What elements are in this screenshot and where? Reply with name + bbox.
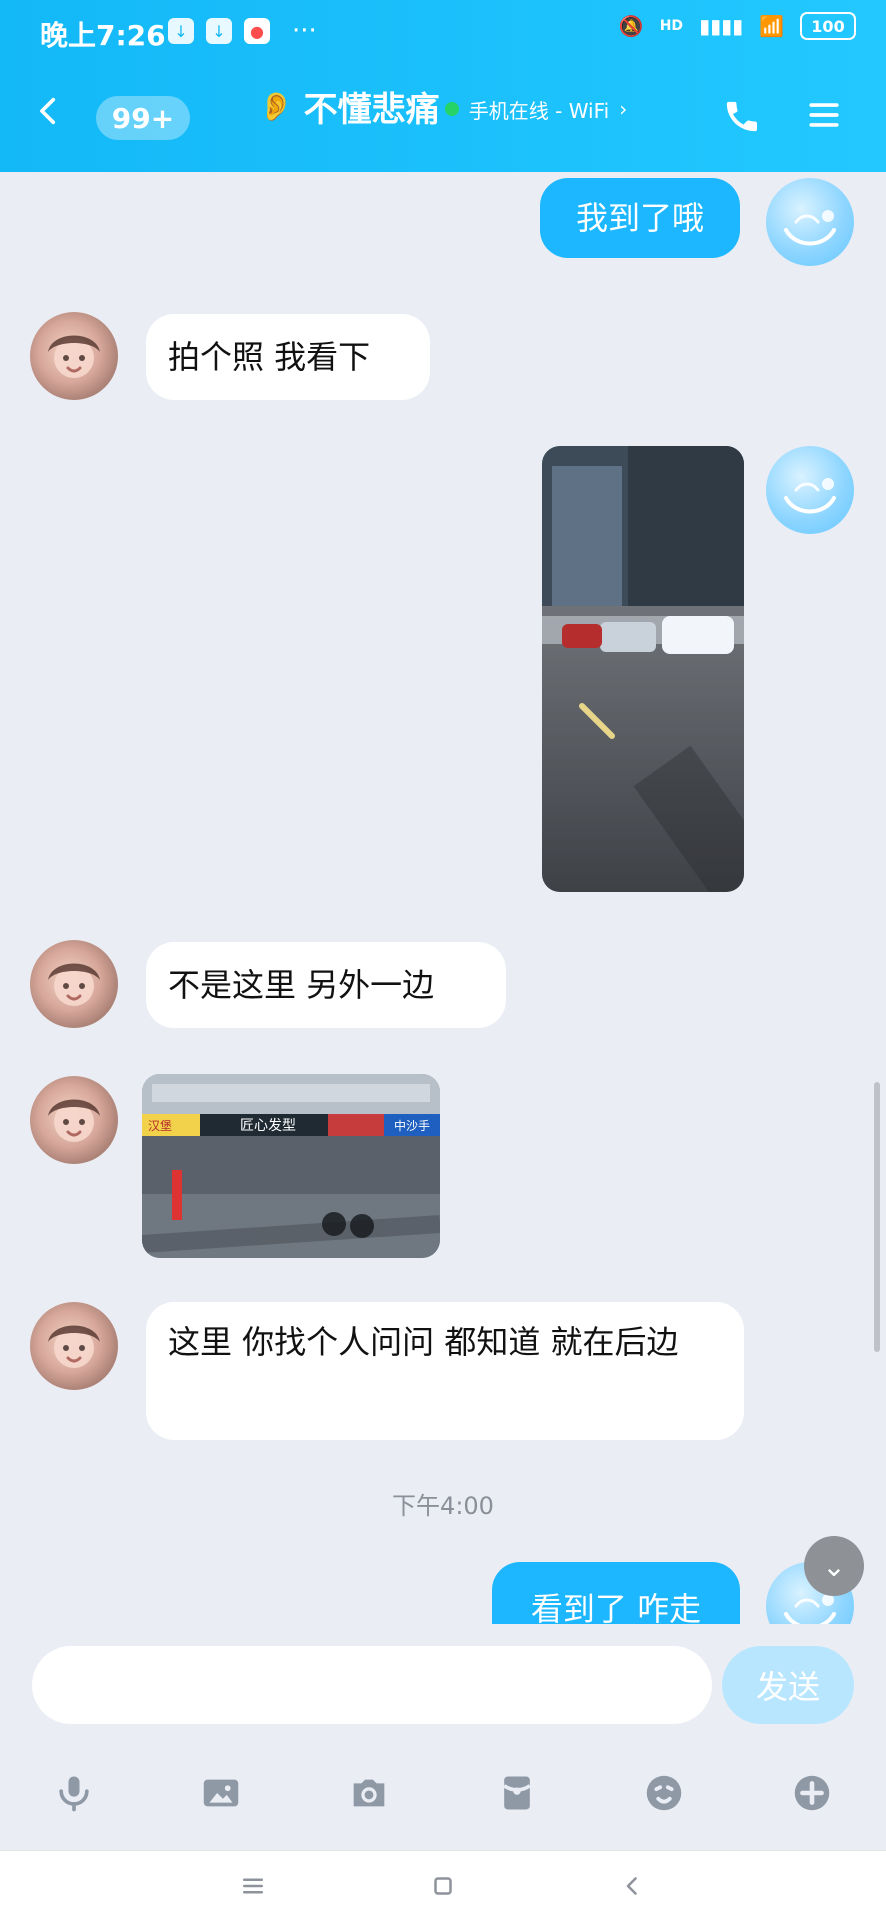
message-text: 不是这里 另外一边: [168, 966, 435, 1004]
contact-name: 不懂悲痛: [303, 90, 440, 130]
menu-icon: [243, 1878, 263, 1894]
contact-avatar[interactable]: [30, 1076, 118, 1164]
image-message-incoming[interactable]: 汉堡 匠心发型 中沙手: [142, 1074, 440, 1258]
sign-text: 匠心发型: [240, 1118, 296, 1134]
chat-header: 晚上7:26 ↓ ↓ ● ··· 🔕 HD ▮▮▮▮ 📶 100 99+ 👂 不…: [0, 0, 886, 172]
emoji-button[interactable]: [636, 1765, 692, 1821]
send-label: 发送: [755, 1668, 820, 1706]
input-tools: [0, 1738, 886, 1848]
message-text: 看到了 咋走: [530, 1590, 702, 1624]
recent-apps-button[interactable]: [233, 1866, 273, 1906]
home-icon: [434, 1877, 452, 1895]
contact-avatar[interactable]: [30, 312, 118, 400]
back-icon: [626, 1877, 637, 1895]
more-notifications-icon: ···: [292, 16, 317, 46]
message-bubble-incoming[interactable]: 拍个照 我看下: [146, 314, 430, 400]
red-packet-icon: [502, 1776, 531, 1810]
my-avatar[interactable]: [766, 178, 854, 266]
camera-button[interactable]: [341, 1765, 397, 1821]
scroll-to-bottom-button[interactable]: ⌄: [804, 1536, 864, 1596]
my-avatar[interactable]: [766, 446, 854, 534]
phone-icon[interactable]: [722, 96, 762, 136]
message-bubble-outgoing[interactable]: 我到了哦: [540, 178, 740, 258]
storefront-photo: 汉堡 匠心发型 中沙手: [142, 1074, 440, 1258]
message-bubble-incoming[interactable]: 不是这里 另外一边: [146, 942, 506, 1028]
contact-title: 👂 不懂悲痛: [259, 82, 440, 131]
status-time: 晚上7:26: [40, 19, 166, 52]
status-notifications: ↓ ↓ ● ···: [168, 16, 317, 46]
red-packet-button[interactable]: [489, 1765, 545, 1821]
microphone-icon: [59, 1776, 89, 1812]
message-text: 拍个照 我看下: [168, 338, 371, 376]
signal-icon: ▮▮▮▮: [699, 14, 744, 38]
message-input-bar: 发送: [0, 1624, 886, 1738]
avatar-graphic: [48, 1325, 100, 1368]
chevron-right-icon: ›: [619, 97, 628, 121]
contact-avatar[interactable]: [30, 1302, 118, 1390]
photo-button[interactable]: [193, 1765, 249, 1821]
download-icon: ↓: [168, 18, 194, 44]
message-text: 我到了哦: [575, 199, 704, 237]
emoji-icon: [647, 1775, 682, 1811]
image-message-outgoing[interactable]: [542, 446, 744, 892]
home-button[interactable]: [423, 1866, 463, 1906]
more-tools-button[interactable]: [784, 1765, 840, 1821]
avatar-graphic: [48, 1099, 100, 1142]
street-photo: [542, 446, 744, 892]
message-bubble-incoming[interactable]: 这里 你找个人问问 都知道 就在后边: [146, 1302, 744, 1440]
avatar-graphic: [48, 963, 100, 1006]
battery-icon: 100: [800, 12, 856, 40]
message-bubble-outgoing[interactable]: 看到了 咋走: [492, 1562, 740, 1624]
mute-icon: 🔕: [618, 14, 644, 38]
chevron-down-icon: ⌄: [822, 1549, 846, 1583]
message-input[interactable]: [32, 1646, 712, 1724]
battery-level: 100: [811, 16, 845, 36]
download-icon: ↓: [206, 18, 232, 44]
contact-status: 手机在线 - WiFi ›: [444, 95, 628, 124]
ear-icon: 👂: [258, 90, 294, 123]
back-button[interactable]: [613, 1866, 653, 1906]
plus-icon: [794, 1775, 830, 1811]
chat-messages[interactable]: 我到了哦 拍个照 我看下 不是这里 另外一边 汉堡 匠心发型 中沙手 这里 你找…: [0, 172, 886, 1624]
image-icon: [204, 1779, 239, 1807]
avatar-graphic: [784, 478, 836, 514]
message-text: 这里 你找个人问问 都知道 就在后边: [168, 1323, 679, 1361]
status-right: 🔕 HD ▮▮▮▮ 📶 100: [619, 12, 856, 40]
wifi-icon: 📶: [759, 14, 784, 38]
app-icon: ●: [244, 18, 270, 44]
microphone-button[interactable]: [46, 1765, 102, 1821]
avatar-graphic: [784, 210, 836, 246]
hd-label: HD: [659, 18, 684, 34]
camera-icon: [353, 1779, 385, 1807]
sign-text: 中沙手: [394, 1118, 430, 1133]
message-timestamp: 下午4:00: [392, 1492, 494, 1520]
sign-text: 汉堡: [148, 1118, 172, 1133]
send-button[interactable]: 发送: [722, 1646, 854, 1724]
online-indicator: [444, 102, 459, 116]
contact-avatar[interactable]: [30, 940, 118, 1028]
system-navigation-bar: [0, 1850, 886, 1921]
hamburger-menu-icon[interactable]: [804, 98, 844, 132]
scrollbar[interactable]: [874, 1082, 880, 1352]
avatar-graphic: [48, 335, 100, 378]
contact-status-text: 手机在线 - WiFi: [468, 98, 610, 123]
